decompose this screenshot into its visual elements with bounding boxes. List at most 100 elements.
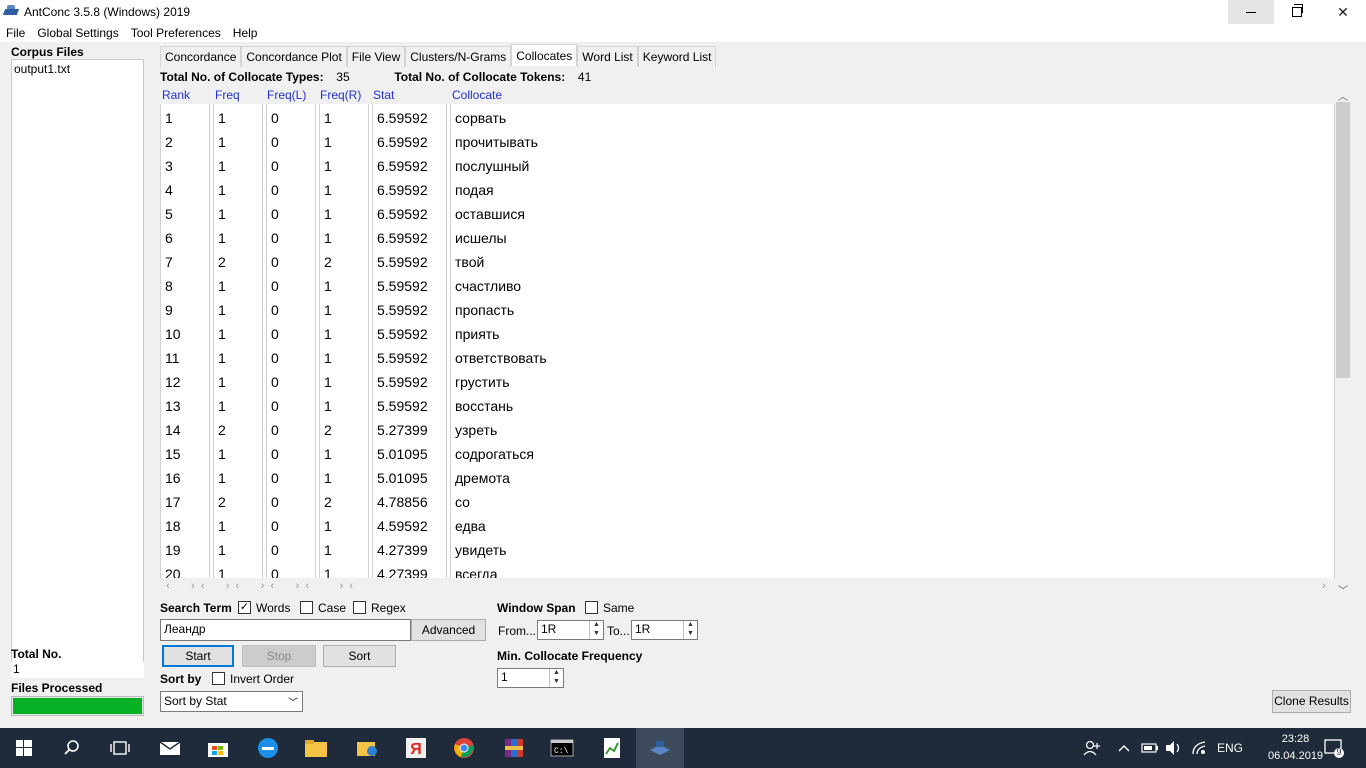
minimize-button[interactable] xyxy=(1228,0,1274,24)
cell-collocate[interactable]: послушный xyxy=(455,158,529,174)
menu-help[interactable]: Help xyxy=(227,26,264,40)
spin-down-icon[interactable]: ▼ xyxy=(590,630,603,639)
command-prompt-icon[interactable]: C:\ xyxy=(550,736,574,760)
column-freq-r[interactable]: 1 1 1 1 1 1 2 1 1 1 1 1 1 2 1 1 2 1 1 1 xyxy=(319,104,369,578)
cell-collocate[interactable]: со xyxy=(455,494,470,510)
column-header-stat[interactable]: Stat xyxy=(373,88,394,102)
cell-collocate[interactable]: подая xyxy=(455,182,494,198)
results-vertical-scrollbar[interactable]: ︿ ﹀ xyxy=(1335,88,1351,598)
sort-button[interactable]: Sort xyxy=(323,645,396,667)
column-header-freq-r[interactable]: Freq(R) xyxy=(320,88,361,102)
tab-collocates[interactable]: Collocates xyxy=(511,44,578,66)
show-hidden-icons-icon[interactable] xyxy=(1116,736,1132,760)
network-icon[interactable] xyxy=(1190,736,1210,760)
cell-collocate[interactable]: исшелы xyxy=(455,230,507,246)
winrar-icon[interactable] xyxy=(502,736,526,760)
cell-collocate[interactable]: дремота xyxy=(455,470,510,486)
cell-collocate[interactable]: узреть xyxy=(455,422,497,438)
people-icon[interactable] xyxy=(1080,736,1104,760)
clone-results-button[interactable]: Clone Results xyxy=(1272,690,1351,713)
spin-up-icon[interactable]: ▲ xyxy=(684,621,697,630)
cell-collocate[interactable]: увидеть xyxy=(455,542,506,558)
column-header-rank[interactable]: Rank xyxy=(162,88,190,102)
search-term-input[interactable]: Леандр xyxy=(160,619,411,641)
to-spinner-arrows[interactable]: ▲ ▼ xyxy=(683,621,697,639)
to-spinner[interactable]: 1R ▲ ▼ xyxy=(631,620,698,640)
cell-collocate[interactable]: счастливо xyxy=(455,278,521,294)
spin-down-icon[interactable]: ▼ xyxy=(550,678,563,687)
cell-collocate[interactable]: едва xyxy=(455,518,486,534)
advanced-button[interactable]: Advanced xyxy=(411,619,486,641)
cell-collocate[interactable]: приять xyxy=(455,326,499,342)
start-menu-icon[interactable] xyxy=(12,736,36,760)
input-language-indicator[interactable]: ENG xyxy=(1217,741,1243,755)
tab-file-view[interactable]: File View xyxy=(346,46,406,67)
scroll-up-icon[interactable]: ︿ xyxy=(1335,88,1351,103)
cell-collocate[interactable]: прочитывать xyxy=(455,134,538,150)
cell-collocate[interactable]: пропасть xyxy=(455,302,514,318)
yandex-browser-icon[interactable]: Я xyxy=(404,736,428,760)
scroll-down-icon[interactable]: ﹀ xyxy=(1335,582,1351,597)
task-view-icon[interactable] xyxy=(108,736,132,760)
menu-file[interactable]: File xyxy=(0,26,31,40)
volume-icon[interactable] xyxy=(1164,736,1184,760)
column-rank[interactable]: 1 2 3 4 5 6 7 8 9 10 11 12 13 14 15 16 17 18 19 20 xyxy=(160,104,210,578)
notepad-chart-icon[interactable] xyxy=(600,736,624,760)
same-checkbox[interactable] xyxy=(585,601,598,614)
invert-order-checkbox[interactable] xyxy=(212,672,225,685)
menu-tool-preferences[interactable]: Tool Preferences xyxy=(125,26,227,40)
cell-collocate[interactable]: оставшися xyxy=(455,206,525,222)
column-header-collocate[interactable]: Collocate xyxy=(452,88,502,102)
min-frequency-spinner[interactable]: 1 ▲ ▼ xyxy=(497,668,564,688)
restore-button[interactable] xyxy=(1274,0,1320,24)
sort-by-select[interactable]: Sort by Stat ﹀ xyxy=(160,691,303,712)
regex-checkbox[interactable] xyxy=(353,601,366,614)
collocates-results-table[interactable]: 1 2 3 4 5 6 7 8 9 10 11 12 13 14 15 16 17 18 19 20 1 1 1 1 1 1 2 1 1… xyxy=(160,104,1335,578)
explorer-search-icon[interactable] xyxy=(356,736,380,760)
cell-collocate[interactable]: содрогаться xyxy=(455,446,534,462)
spin-down-icon[interactable]: ▼ xyxy=(684,630,697,639)
tab-word-list[interactable]: Word List xyxy=(577,46,638,67)
clock-time[interactable]: 23:28 xyxy=(1268,733,1323,745)
corpus-files-list[interactable]: output1.txt xyxy=(11,59,144,677)
column-stat[interactable]: 6.59592 6.59592 6.59592 6.59592 6.59592 6.595… xyxy=(372,104,447,578)
cell-collocate[interactable]: ответствовать xyxy=(455,350,547,366)
antconc-taskbar-icon[interactable] xyxy=(648,736,672,760)
column-freq[interactable]: 1 1 1 1 1 1 2 1 1 1 1 1 1 2 1 1 2 1 1 1 xyxy=(213,104,263,578)
words-checkbox[interactable]: ✓ xyxy=(238,601,251,614)
corpus-file-item[interactable]: output1.txt xyxy=(12,60,143,78)
tab-concordance-plot[interactable]: Concordance Plot xyxy=(241,46,347,67)
store-icon[interactable] xyxy=(206,736,230,760)
search-icon[interactable] xyxy=(60,736,84,760)
column-scroll-arrows[interactable]: ‹ › ‹ › ‹ › ‹ › ‹ › ‹ xyxy=(166,580,353,594)
mail-icon[interactable] xyxy=(158,736,182,760)
scroll-thumb[interactable] xyxy=(1336,102,1350,378)
collocate-scroll-right-icon[interactable]: › xyxy=(1322,580,1326,594)
cell-collocate[interactable]: грустить xyxy=(455,374,510,390)
from-spinner[interactable]: 1R ▲ ▼ xyxy=(537,620,604,640)
cell-collocate[interactable]: сорвать xyxy=(455,110,506,126)
tab-keyword-list[interactable]: Keyword List xyxy=(637,46,717,67)
column-header-freq-l[interactable]: Freq(L) xyxy=(267,88,306,102)
tab-concordance[interactable]: Concordance xyxy=(160,46,242,67)
tab-clusters-ngrams[interactable]: Clusters/N-Grams xyxy=(405,46,512,67)
spin-up-icon[interactable]: ▲ xyxy=(550,669,563,678)
file-explorer-icon[interactable] xyxy=(304,736,328,760)
column-freq-l[interactable]: 0 0 0 0 0 0 0 0 0 0 0 0 0 0 0 0 0 0 0 0 xyxy=(266,104,316,578)
case-checkbox[interactable] xyxy=(300,601,313,614)
menu-global-settings[interactable]: Global Settings xyxy=(31,26,124,40)
from-spinner-arrows[interactable]: ▲ ▼ xyxy=(589,621,603,639)
clock-date[interactable]: 06.04.2019 xyxy=(1268,750,1323,762)
min-frequency-spinner-arrows[interactable]: ▲ ▼ xyxy=(549,669,563,687)
column-collocate[interactable]: сорвать прочитывать послушный подая оставшис… xyxy=(450,104,1335,578)
column-header-freq[interactable]: Freq xyxy=(215,88,240,102)
cell-collocate[interactable]: восстань xyxy=(455,398,513,414)
chrome-icon[interactable] xyxy=(452,736,476,760)
spin-up-icon[interactable]: ▲ xyxy=(590,621,603,630)
stop-button[interactable]: Stop xyxy=(242,645,316,667)
close-button[interactable]: ✕ xyxy=(1320,0,1366,24)
battery-icon[interactable] xyxy=(1140,736,1160,760)
start-button[interactable]: Start xyxy=(162,645,234,667)
cell-collocate[interactable]: всегда xyxy=(455,566,498,578)
edge-icon[interactable] xyxy=(256,736,280,760)
